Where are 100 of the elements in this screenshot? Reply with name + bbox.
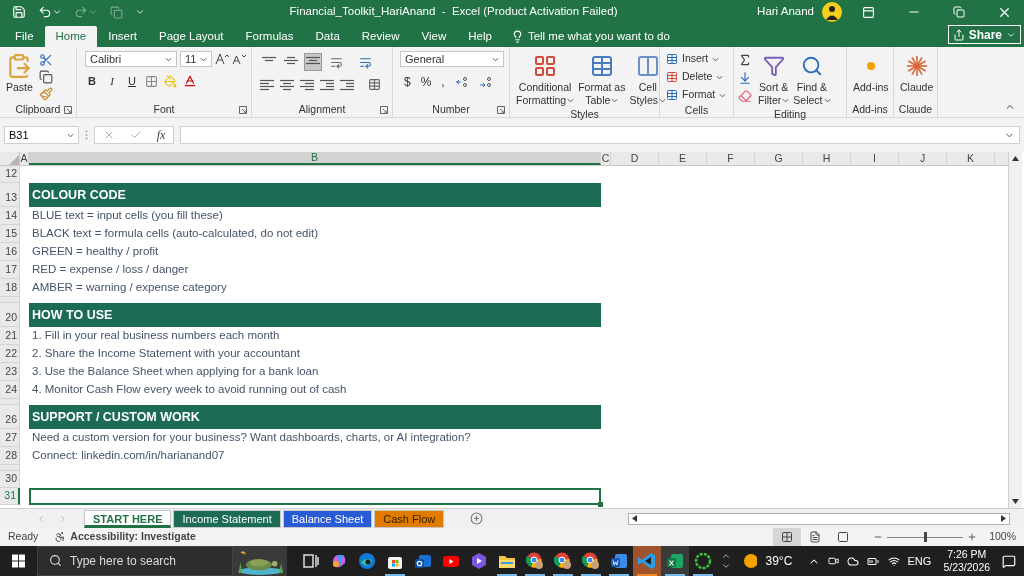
- undo-icon[interactable]: [38, 5, 52, 19]
- sort-filter-button[interactable]: Sort & Filter: [756, 51, 792, 107]
- styles-button[interactable]: Cell Styles: [627, 51, 669, 107]
- autosum-icon[interactable]: [738, 53, 752, 67]
- ribbon-tab[interactable]: File: [4, 26, 45, 47]
- merge-center-icon[interactable]: [368, 78, 381, 91]
- chrome-icon[interactable]: [552, 551, 573, 571]
- vertical-align-button[interactable]: [304, 53, 322, 71]
- ribbon-tab[interactable]: Page Layout: [148, 26, 235, 47]
- accessibility-status[interactable]: Accessibility: Investigate: [70, 529, 196, 545]
- font-name-field[interactable]: Calibri: [85, 51, 177, 67]
- ribbon-tab[interactable]: Home: [44, 26, 98, 47]
- row-header[interactable]: 17: [0, 261, 20, 279]
- sheet-tab[interactable]: START HERE: [84, 509, 172, 528]
- avatar-icon[interactable]: [822, 2, 842, 22]
- sheet-tab[interactable]: Balance Sheet: [282, 509, 373, 528]
- dialog-launcher-icon[interactable]: [497, 106, 505, 114]
- font-style-button[interactable]: I: [105, 73, 119, 90]
- paste-button[interactable]: Paste: [4, 51, 35, 102]
- ribbon-tab[interactable]: Help: [457, 26, 503, 47]
- number-format-field[interactable]: General: [400, 51, 504, 67]
- horizontal-scrollbar[interactable]: [628, 512, 1010, 525]
- wrap-text-icon[interactable]: [359, 55, 372, 69]
- row-header[interactable]: 12: [0, 166, 20, 183]
- cells-button[interactable]: Format: [666, 87, 727, 103]
- wifi-icon[interactable]: [887, 554, 900, 568]
- row-header[interactable]: 15: [0, 225, 20, 243]
- ribbon-display-icon[interactable]: [862, 5, 875, 19]
- row-header[interactable]: 23: [0, 363, 20, 381]
- customize-toolbar-icon[interactable]: [135, 7, 145, 17]
- chrome-icon[interactable]: [580, 551, 601, 571]
- decrease-indent-icon[interactable]: [320, 78, 334, 91]
- cells-button[interactable]: Delete: [666, 69, 727, 85]
- sun-icon[interactable]: [742, 553, 758, 569]
- align-center-icon[interactable]: [280, 78, 294, 91]
- fill-icon[interactable]: [738, 71, 752, 85]
- dialog-launcher-icon[interactable]: [380, 106, 388, 114]
- row-header[interactable]: 18: [0, 279, 20, 297]
- row-header[interactable]: 21: [0, 327, 20, 345]
- number-format-button[interactable]: %: [420, 73, 432, 91]
- decrease-decimal-icon[interactable]: [478, 76, 493, 88]
- number-format-button[interactable]: $: [404, 73, 411, 91]
- font-color-icon[interactable]: [183, 74, 197, 89]
- scroll-up-icon[interactable]: [720, 551, 731, 561]
- ribbon-tab[interactable]: Formulas: [234, 26, 305, 47]
- accessibility-icon[interactable]: [54, 531, 67, 543]
- chrome-icon[interactable]: [524, 551, 545, 571]
- increase-indent-icon[interactable]: [340, 78, 354, 91]
- font-style-button[interactable]: U: [125, 73, 139, 90]
- windows-start-icon[interactable]: [12, 554, 25, 568]
- row-header[interactable]: 28: [0, 447, 20, 465]
- ribbon-tab[interactable]: Data: [304, 26, 351, 47]
- sheet-tab[interactable]: Cash Flow: [374, 509, 445, 528]
- styles-button[interactable]: Conditional Formatting: [514, 51, 577, 107]
- scroll-left-arrow-icon[interactable]: [632, 515, 637, 522]
- row-header[interactable]: 27: [0, 429, 20, 447]
- column-header[interactable]: C: [601, 152, 611, 165]
- formula-field[interactable]: [180, 126, 1020, 144]
- cloud-icon[interactable]: [847, 554, 860, 568]
- ribbon-tab[interactable]: Insert: [97, 26, 148, 47]
- insert-function-button[interactable]: fx: [156, 126, 166, 144]
- row-header[interactable]: 22: [0, 345, 20, 363]
- zoom-slider[interactable]: [887, 532, 964, 542]
- column-header[interactable]: K: [947, 152, 995, 165]
- find-select-button[interactable]: Find & Select: [791, 51, 833, 107]
- code-editor-icon[interactable]: [636, 551, 657, 571]
- styles-button[interactable]: Format as Table: [576, 51, 628, 107]
- dialog-launcher-icon[interactable]: [64, 106, 72, 114]
- column-header[interactable]: D: [611, 152, 659, 165]
- taskbar-search-field[interactable]: Type here to search: [36, 546, 233, 576]
- cut-icon[interactable]: [38, 53, 53, 67]
- scroll-down-arrow-icon[interactable]: [1012, 499, 1019, 504]
- column-header[interactable]: I: [851, 152, 899, 165]
- row-header[interactable]: 16: [0, 243, 20, 261]
- clock-date[interactable]: 5/23/2026: [943, 561, 991, 574]
- row-header[interactable]: 13: [0, 183, 20, 207]
- notifications-icon[interactable]: [1002, 553, 1016, 569]
- row-header[interactable]: 26: [0, 405, 20, 429]
- ring-app-icon[interactable]: [692, 551, 713, 571]
- align-right-icon[interactable]: [300, 78, 314, 91]
- align-left-icon[interactable]: [260, 78, 274, 91]
- edge-icon[interactable]: [356, 551, 377, 571]
- clear-icon[interactable]: [738, 89, 752, 103]
- tell-me-field[interactable]: Tell me what you want to do: [527, 27, 708, 46]
- splitter-handle-icon[interactable]: [85, 130, 88, 140]
- language-indicator[interactable]: ENG: [907, 552, 932, 570]
- copy-icon[interactable]: [38, 70, 53, 84]
- vertical-scrollbar[interactable]: [1008, 152, 1022, 508]
- ribbon-tab[interactable]: View: [410, 26, 458, 47]
- share-button[interactable]: Share: [947, 25, 1021, 44]
- column-header[interactable]: E: [659, 152, 707, 165]
- camera-icon[interactable]: [828, 555, 840, 567]
- name-box[interactable]: B31: [4, 126, 79, 144]
- row-header[interactable]: 31: [0, 488, 20, 505]
- number-format-button[interactable]: ,: [441, 73, 445, 91]
- borders-icon[interactable]: [145, 74, 158, 88]
- sheet-tab[interactable]: Income Statement: [173, 509, 281, 528]
- scroll-up-arrow-icon[interactable]: [1012, 156, 1019, 161]
- row-header[interactable]: 14: [0, 207, 20, 225]
- grow-font-icon[interactable]: [215, 53, 229, 65]
